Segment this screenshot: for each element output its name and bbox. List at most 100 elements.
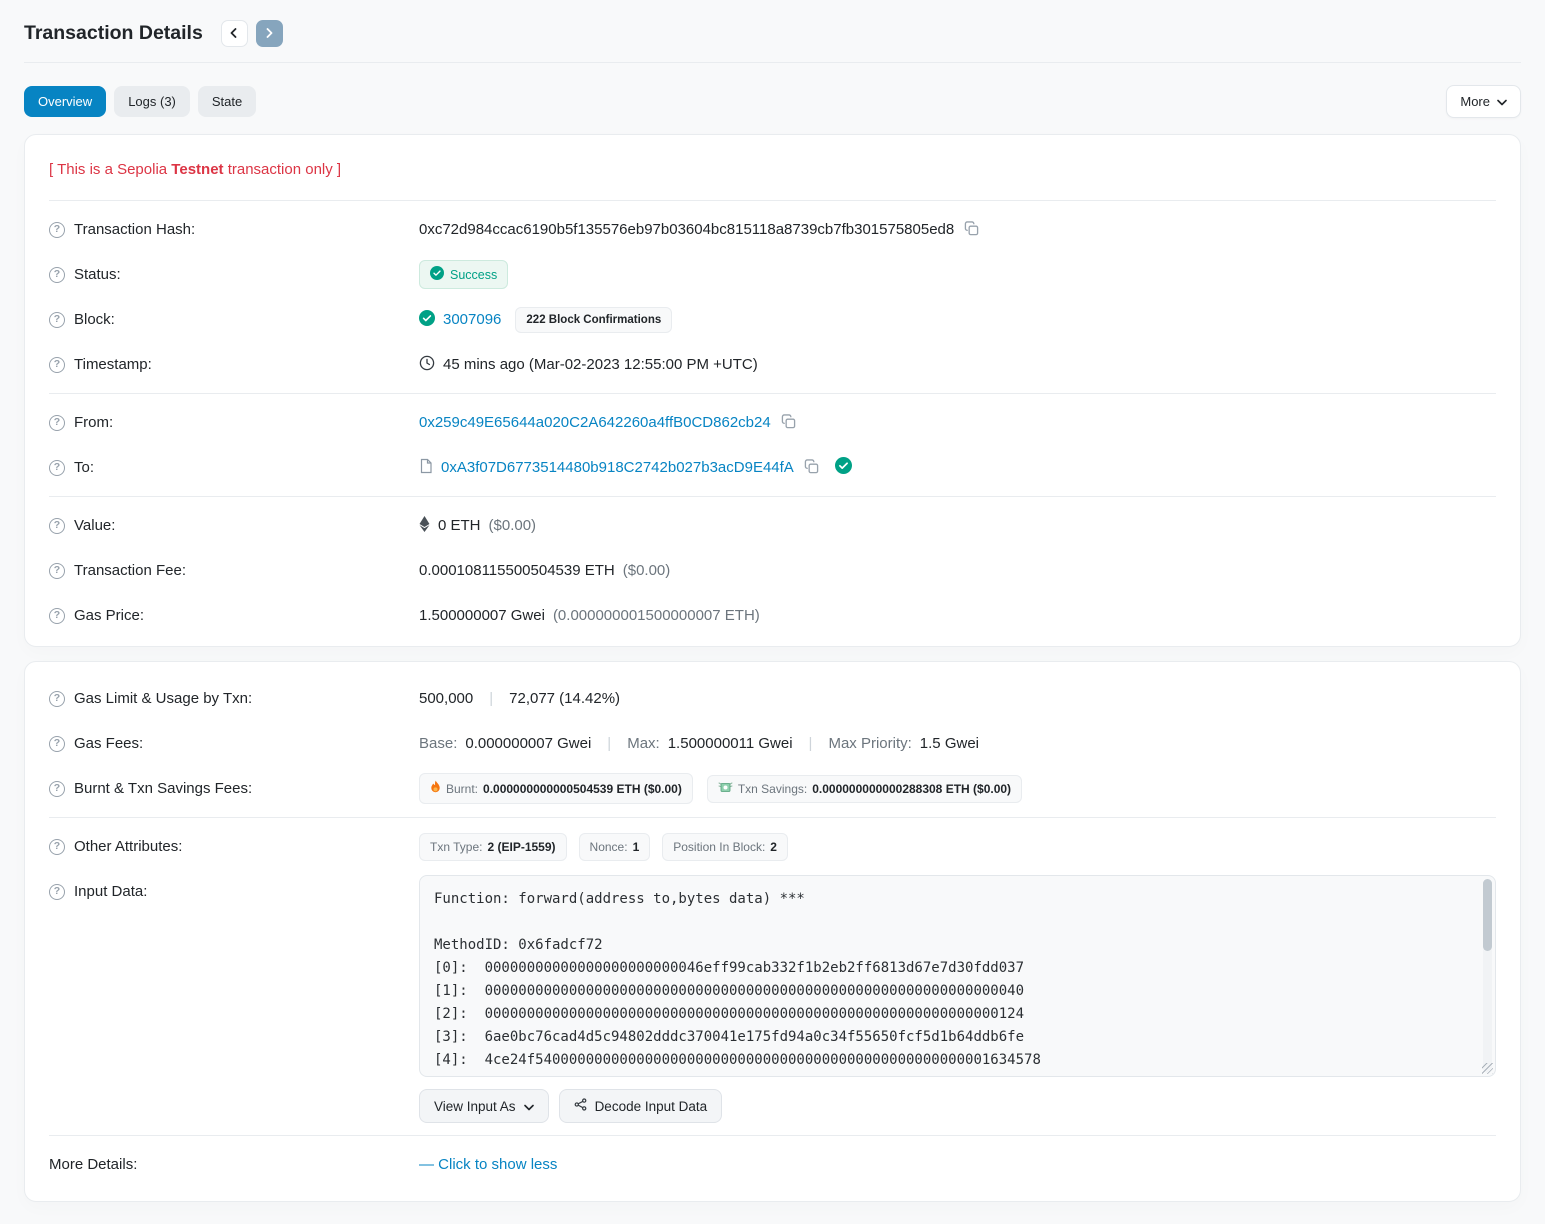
gas-fees-row: ? Gas Fees: Base: 0.000000007 Gwei | Max… xyxy=(49,721,1496,766)
transaction-fee-amount: 0.000108115500504539 ETH xyxy=(419,562,615,579)
gas-limit-label: Gas Limit & Usage by Txn: xyxy=(74,690,252,707)
overview-card: [ This is a Sepolia Testnet transaction … xyxy=(24,134,1521,647)
txn-savings-value: 0.000000000000288308 ETH ($0.00) xyxy=(812,782,1011,796)
status-row: ? Status: Success xyxy=(49,252,1496,297)
help-icon[interactable]: ? xyxy=(49,839,65,855)
help-icon[interactable]: ? xyxy=(49,563,65,579)
clock-icon xyxy=(419,355,435,375)
to-row: ? To: 0xA3f07D6773514480b918C2742b027b3a… xyxy=(49,445,1496,490)
view-input-as-button[interactable]: View Input As xyxy=(419,1089,549,1123)
position-in-block-badge: Position In Block: 2 xyxy=(662,833,788,861)
separator: | xyxy=(481,690,501,707)
burnt-value: 0.000000000000504539 ETH ($0.00) xyxy=(483,782,682,796)
block-number-link[interactable]: 3007096 xyxy=(443,311,501,328)
previous-transaction-button[interactable] xyxy=(221,20,248,47)
copy-from-address-button[interactable] xyxy=(779,414,798,432)
transaction-fee-row: ? Transaction Fee: 0.000108115500504539 … xyxy=(49,548,1496,593)
tab-logs[interactable]: Logs (3) xyxy=(114,86,190,117)
details-card: ? Gas Limit & Usage by Txn: 500,000 | 72… xyxy=(24,661,1521,1202)
help-icon[interactable]: ? xyxy=(49,736,65,752)
txn-type-value: 2 (EIP-1559) xyxy=(487,840,555,854)
input-data-box[interactable]: Function: forward(address to,bytes data)… xyxy=(419,875,1496,1077)
txn-type-badge: Txn Type: 2 (EIP-1559) xyxy=(419,833,567,861)
help-icon[interactable]: ? xyxy=(49,518,65,534)
gas-price-amount: 1.500000007 Gwei xyxy=(419,607,545,624)
timestamp-value: 45 mins ago (Mar-02-2023 12:55:00 PM +UT… xyxy=(443,356,758,373)
check-circle-icon xyxy=(430,266,444,283)
tab-state[interactable]: State xyxy=(198,86,256,117)
divider xyxy=(49,393,1496,394)
timestamp-label: Timestamp: xyxy=(74,356,152,373)
scrollbar-thumb[interactable] xyxy=(1483,879,1492,951)
transaction-fee-label: Transaction Fee: xyxy=(74,562,186,579)
next-transaction-button[interactable] xyxy=(256,20,283,47)
from-row: ? From: 0x259c49E65644a020C2A642260a4ffB… xyxy=(49,400,1496,445)
resize-grip-icon[interactable] xyxy=(1482,1063,1493,1074)
transaction-hash-label: Transaction Hash: xyxy=(74,221,195,238)
burnt-label: Burnt: xyxy=(446,782,478,796)
burnt-savings-row: ? Burnt & Txn Savings Fees: Burnt: 0.000… xyxy=(49,766,1496,811)
divider xyxy=(49,1135,1496,1136)
timestamp-row: ? Timestamp: 45 mins ago (Mar-02-2023 12… xyxy=(49,342,1496,387)
help-icon[interactable]: ? xyxy=(49,884,65,900)
testnet-notice-prefix: [ This is a Sepolia xyxy=(49,161,171,178)
gas-price-eth-equivalent: (0.000000001500000007 ETH) xyxy=(553,607,760,624)
help-icon[interactable]: ? xyxy=(49,781,65,797)
help-icon[interactable]: ? xyxy=(49,267,65,283)
help-icon[interactable]: ? xyxy=(49,312,65,328)
copy-icon xyxy=(804,459,819,477)
value-amount: 0 ETH xyxy=(438,517,481,534)
block-confirmations-badge: 222 Block Confirmations xyxy=(515,307,672,333)
help-icon[interactable]: ? xyxy=(49,460,65,476)
max-priority-fee-value: 1.5 Gwei xyxy=(920,735,979,752)
separator: | xyxy=(801,735,821,752)
decode-input-data-button[interactable]: Decode Input Data xyxy=(559,1089,723,1123)
help-icon[interactable]: ? xyxy=(49,222,65,238)
gas-limit-row: ? Gas Limit & Usage by Txn: 500,000 | 72… xyxy=(49,676,1496,721)
flame-icon xyxy=(430,780,441,797)
transaction-hash-value: 0xc72d984ccac6190b5f135576eb97b03604bc81… xyxy=(419,221,954,238)
testnet-notice-suffix: transaction only ] xyxy=(224,161,342,178)
max-fee-label: Max: xyxy=(627,735,660,752)
nonce-label: Nonce: xyxy=(590,840,628,854)
more-details-label: More Details: xyxy=(49,1156,137,1173)
more-button[interactable]: More xyxy=(1446,85,1521,118)
show-less-toggle-link[interactable]: — Click to show less xyxy=(419,1156,557,1173)
check-circle-icon xyxy=(419,310,435,330)
other-attributes-label: Other Attributes: xyxy=(74,838,182,855)
input-data-content: Function: forward(address to,bytes data)… xyxy=(434,888,1469,1077)
copy-transaction-hash-button[interactable] xyxy=(962,221,981,239)
divider xyxy=(49,496,1496,497)
tab-overview[interactable]: Overview xyxy=(24,86,106,117)
nonce-badge: Nonce: 1 xyxy=(579,833,651,861)
copy-to-address-button[interactable] xyxy=(802,459,821,477)
scrollbar-track[interactable] xyxy=(1483,879,1492,1073)
gas-usage-value: 72,077 (14.42%) xyxy=(509,690,620,707)
decode-input-data-label: Decode Input Data xyxy=(595,1099,708,1114)
block-label: Block: xyxy=(74,311,115,328)
txn-type-label: Txn Type: xyxy=(430,840,482,854)
help-icon[interactable]: ? xyxy=(49,691,65,707)
max-priority-fee-label: Max Priority: xyxy=(828,735,911,752)
chevron-right-icon xyxy=(264,26,274,41)
transaction-fee-usd: ($0.00) xyxy=(623,562,671,579)
eth-icon xyxy=(419,516,430,536)
value-row: ? Value: 0 ETH ($0.00) xyxy=(49,503,1496,548)
to-address-link[interactable]: 0xA3f07D6773514480b918C2742b027b3acD9E44… xyxy=(441,459,794,476)
testnet-notice: [ This is a Sepolia Testnet transaction … xyxy=(49,143,1496,194)
help-icon[interactable]: ? xyxy=(49,415,65,431)
transaction-hash-row: ? Transaction Hash: 0xc72d984ccac6190b5f… xyxy=(49,207,1496,252)
execution-success-check-icon xyxy=(835,457,852,478)
status-label: Status: xyxy=(74,266,121,283)
help-icon[interactable]: ? xyxy=(49,608,65,624)
tab-list: Overview Logs (3) State xyxy=(24,86,256,117)
input-data-row: ? Input Data: Function: forward(address … xyxy=(49,869,1496,1129)
txn-savings-badge: Txn Savings: 0.000000000000288308 ETH ($… xyxy=(707,775,1022,803)
position-in-block-value: 2 xyxy=(770,840,777,854)
input-data-label: Input Data: xyxy=(74,883,147,900)
from-address-link[interactable]: 0x259c49E65644a020C2A642260a4ffB0CD862cb… xyxy=(419,414,771,431)
chevron-down-icon xyxy=(524,1099,534,1114)
more-button-label: More xyxy=(1460,94,1490,109)
help-icon[interactable]: ? xyxy=(49,357,65,373)
status-badge-label: Success xyxy=(450,268,497,282)
